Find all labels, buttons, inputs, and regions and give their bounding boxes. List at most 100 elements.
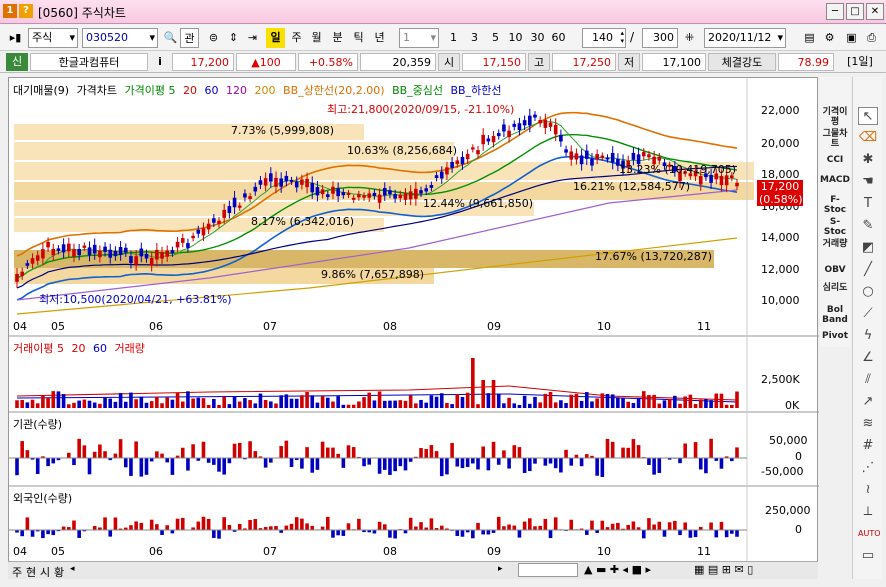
institution-bar — [496, 458, 501, 465]
candle — [569, 151, 574, 160]
volume-bar — [212, 398, 216, 408]
foreign-bar — [678, 530, 682, 536]
export-icons[interactable]: ▦ ▤ ⊞ ✉ ▯ — [694, 563, 753, 576]
period-minute-button[interactable]: 분 — [328, 28, 347, 48]
foreign-bar — [206, 518, 211, 530]
fan-icon[interactable]: ⋰ — [858, 459, 878, 477]
link-icon[interactable]: ⊜ — [204, 28, 223, 48]
speed-icon[interactable]: ⟂ — [858, 503, 878, 521]
pencil-icon[interactable]: ✎ — [858, 217, 878, 235]
volume-bar — [465, 392, 470, 408]
code-input[interactable]: 030520 ▾ — [82, 28, 158, 48]
indicator-sstoc[interactable]: S-Stoc — [820, 217, 850, 237]
info-icon[interactable]: i — [152, 53, 168, 71]
count-input[interactable]: 140 ▴ ▾ — [582, 28, 626, 48]
indicator-cci[interactable]: CCI — [820, 155, 850, 165]
scroll-left-icon[interactable]: ◂ — [70, 564, 75, 574]
interval-10-button[interactable]: 10 — [506, 28, 525, 48]
delete-icon[interactable]: ▭ — [858, 547, 878, 565]
foreign-bar — [77, 530, 81, 538]
arrow-icon[interactable]: ⇥ — [243, 28, 262, 48]
period-tick-button[interactable]: 틱 — [349, 28, 368, 48]
tab-current[interactable]: 현 — [26, 564, 36, 580]
indicator-obv[interactable]: OBV — [820, 265, 850, 275]
indicator-grid[interactable]: 그물차트 — [820, 129, 850, 149]
gann-icon[interactable]: # — [858, 437, 878, 455]
tab-main[interactable]: 주 — [12, 564, 22, 580]
parallel-icon[interactable]: ⫽ — [858, 371, 878, 389]
text-icon[interactable]: T — [858, 195, 878, 213]
legend-ma200: 200 — [254, 84, 276, 97]
settings-icon[interactable]: ⚙ — [820, 28, 839, 48]
hand-icon[interactable]: ☚ — [858, 173, 878, 191]
indicator-psych[interactable]: 심리도 — [820, 283, 850, 293]
menu-arrow-icon[interactable]: ▸▮ — [6, 28, 25, 48]
indicator-fstoc[interactable]: F-Stoc — [820, 195, 850, 215]
scroll-right-icon[interactable]: ▸ — [498, 564, 503, 574]
change-percent: +0.58% — [298, 53, 358, 71]
volume-ma-line — [16, 393, 738, 403]
volume-bar — [186, 391, 190, 408]
search-button[interactable]: 관 — [180, 28, 199, 48]
institution-bar — [719, 458, 724, 469]
period-day-button[interactable]: 일 — [266, 28, 285, 48]
print-icon[interactable]: ⎙ — [862, 28, 881, 48]
volume-bar — [310, 395, 315, 408]
band-label: 8.17% (6,342,016) — [251, 215, 355, 228]
institution-bar — [227, 458, 232, 464]
layout-icon[interactable]: ▤ — [800, 28, 819, 48]
volume-bar — [434, 396, 439, 408]
chart-area[interactable]: 대기매물(9) 가격차트 가격이평 5 20 60 120 200 BB_상한선… — [8, 77, 819, 579]
tab-status[interactable]: 황 — [54, 564, 64, 580]
angle-icon[interactable]: ∠ — [858, 349, 878, 367]
period-week-button[interactable]: 주 — [287, 28, 306, 48]
foreign-bar — [300, 518, 304, 530]
eraser-icon[interactable]: ⌫ — [858, 129, 878, 147]
cycle-icon[interactable]: ≀ — [858, 481, 878, 499]
all-icon[interactable]: ✱ — [858, 151, 878, 169]
ray-icon[interactable]: ↗ — [858, 393, 878, 411]
institution-bar — [424, 449, 429, 458]
indicator-volume[interactable]: 거래량 — [820, 239, 850, 249]
interval-30-button[interactable]: 30 — [528, 28, 547, 48]
indicator-macd[interactable]: MACD — [820, 175, 850, 185]
candle — [186, 243, 190, 248]
total-input[interactable]: 300 — [642, 28, 678, 48]
interval-1-button[interactable]: 1 — [444, 28, 463, 48]
market-select[interactable]: 주식 ▾ — [28, 28, 78, 48]
period-year-button[interactable]: 년 — [370, 28, 389, 48]
volume-bar — [605, 393, 610, 408]
save-icon[interactable]: ▣ — [842, 28, 861, 48]
maximize-icon[interactable]: □ — [846, 3, 864, 20]
interval-3-button[interactable]: 3 — [465, 28, 484, 48]
fibo-icon[interactable]: ≋ — [858, 415, 878, 433]
foreign-bar — [149, 519, 154, 530]
zoom-slider[interactable] — [518, 563, 578, 577]
interval-5-button[interactable]: 5 — [486, 28, 505, 48]
institution-bar — [279, 446, 283, 458]
refresh-icon[interactable]: ⁜ — [680, 28, 699, 48]
circle-icon[interactable]: ○ — [858, 283, 878, 301]
auto-icon[interactable]: AUTO — [858, 525, 881, 543]
search-icon[interactable]: 🔍 — [161, 28, 180, 48]
nav-controls[interactable]: ▲ ▬ ✚ ◂ ■ ▸ — [584, 563, 651, 576]
period-month-button[interactable]: 월 — [307, 28, 326, 48]
minimize-icon[interactable]: ─ — [826, 3, 844, 20]
date-select[interactable]: 2020/11/12 ▾ — [704, 28, 786, 48]
interval-select[interactable]: 1 ▾ — [399, 28, 439, 48]
zigzag-icon[interactable]: ϟ — [858, 327, 878, 345]
interval-60-button[interactable]: 60 — [549, 28, 568, 48]
help-icon[interactable]: ? — [19, 4, 33, 18]
tab-market[interactable]: 시 — [40, 564, 50, 580]
close-icon[interactable]: ✕ — [866, 3, 884, 20]
cursor-icon[interactable]: ↖ — [858, 107, 878, 125]
indicator-ma[interactable]: 기격이평 — [820, 107, 850, 127]
line-icon[interactable]: ╱ — [858, 261, 878, 279]
indicator-bollinger[interactable]: Bol Band — [820, 305, 850, 325]
volume-bar — [522, 395, 527, 408]
stock-name[interactable]: 한글과컴퓨터 — [30, 53, 148, 71]
updown-icon[interactable]: ⇕ — [224, 28, 243, 48]
indicator-pivot[interactable]: Pivot — [820, 331, 850, 341]
trend-icon[interactable]: ⟋ — [858, 305, 878, 323]
fill-icon[interactable]: ◩ — [858, 239, 878, 257]
